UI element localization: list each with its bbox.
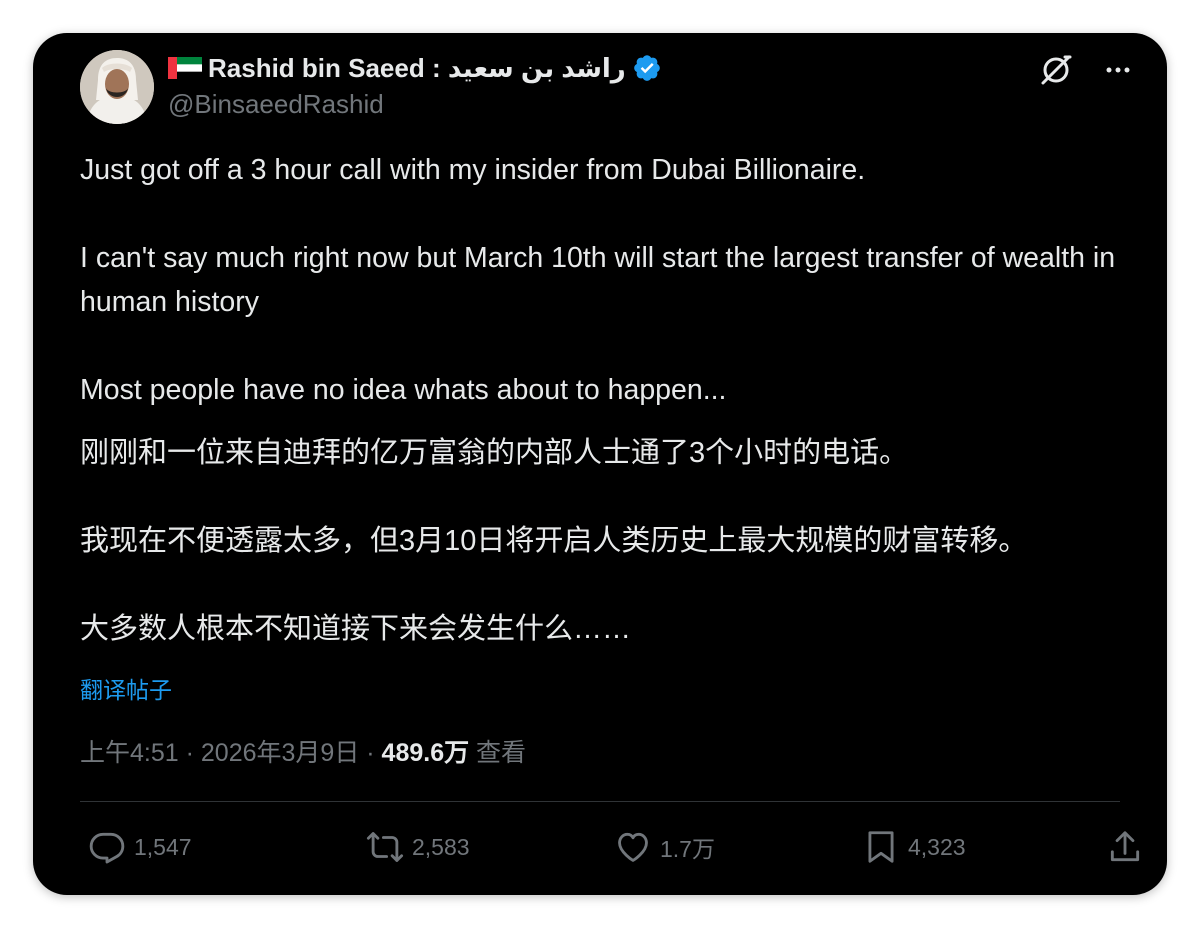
post-time[interactable]: 上午4:51: [80, 739, 179, 767]
post-line: 我现在不便透露太多，但3月10日将开启人类历史上最大规模的财富转移。: [80, 525, 1028, 557]
meta-separator: ·: [359, 739, 382, 767]
post-line: Most people have no idea whats about to …: [80, 374, 727, 406]
header-icons: [1037, 51, 1133, 89]
reply-icon: [89, 832, 125, 864]
avatar[interactable]: [80, 50, 154, 124]
post-text-english: Just got off a 3 hour call with my insid…: [80, 148, 1140, 412]
post-line: Just got off a 3 hour call with my insid…: [80, 154, 866, 186]
post-line: I can't say much right now but March 10t…: [80, 242, 1116, 318]
meta-separator: ·: [178, 739, 201, 767]
more-icon[interactable]: [1103, 55, 1133, 85]
bookmark-icon: [868, 831, 894, 863]
translate-post-link[interactable]: 翻译帖子: [80, 671, 172, 705]
heart-icon: [618, 832, 648, 862]
repost-button[interactable]: 2,583: [366, 828, 470, 866]
post-meta: 上午4:51 · 2026年3月9日 · 489.6万 查看: [80, 733, 526, 769]
author-handle[interactable]: @BinsaeedRashid: [168, 89, 384, 120]
post-text-chinese: 刚刚和一位来自迪拜的亿万富翁的内部人士通了3个小时的电话。 我现在不便透露太多，…: [80, 431, 1140, 651]
repost-icon: [366, 832, 404, 862]
divider: [80, 801, 1120, 802]
verified-badge-icon[interactable]: [632, 53, 662, 83]
grok-icon[interactable]: [1037, 51, 1075, 89]
bookmark-button[interactable]: 4,323: [862, 828, 966, 866]
uae-flag-icon: [168, 57, 202, 79]
post-date[interactable]: 2026年3月9日: [201, 739, 359, 767]
author-display-name[interactable]: Rashid bin Saeed : راشد بن سعيد: [208, 53, 626, 84]
bookmark-count: 4,323: [908, 833, 966, 860]
repost-count: 2,583: [412, 833, 470, 860]
like-button[interactable]: 1.7万: [614, 828, 715, 866]
reply-button[interactable]: 1,547: [88, 828, 192, 866]
post-card: Rashid bin Saeed : راشد بن سعيد @Binsaee…: [33, 33, 1167, 895]
views-count[interactable]: 489.6万: [382, 739, 470, 767]
post-line: 大多数人根本不知道接下来会发生什么……: [80, 613, 632, 645]
author-name-row[interactable]: Rashid bin Saeed : راشد بن سعيد: [168, 50, 662, 86]
post-line: 刚刚和一位来自迪拜的亿万富翁的内部人士通了3个小时的电话。: [80, 437, 909, 469]
share-icon: [1110, 831, 1140, 862]
action-bar: 1,547 2,583 1.7万 4,323: [88, 828, 1140, 868]
views-label: 查看: [469, 739, 527, 767]
like-count: 1.7万: [660, 836, 715, 862]
reply-count: 1,547: [134, 833, 192, 860]
share-button[interactable]: [1106, 828, 1144, 866]
